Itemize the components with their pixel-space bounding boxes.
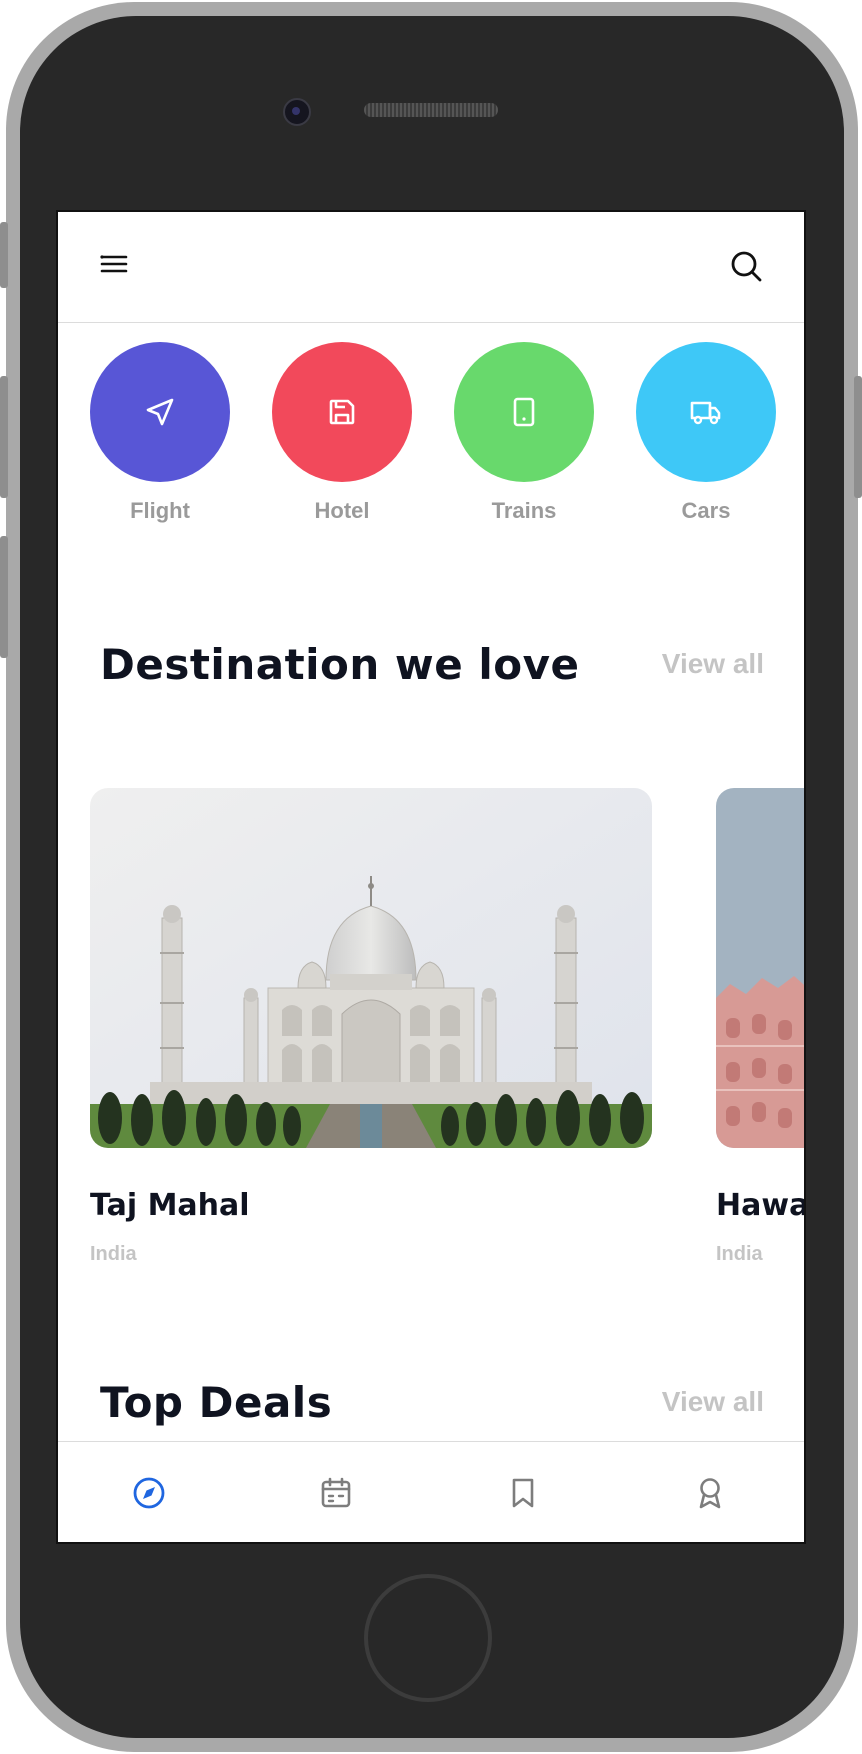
category-label: Cars bbox=[681, 498, 731, 523]
destination-country: India bbox=[716, 1243, 763, 1265]
category-label: Hotel bbox=[314, 498, 370, 523]
category-circle bbox=[636, 342, 776, 482]
taj-mahal-image bbox=[90, 788, 652, 1148]
category-circle bbox=[454, 342, 594, 482]
hamburger-menu-icon[interactable] bbox=[100, 252, 128, 276]
destinations-title: Destination we love bbox=[100, 640, 580, 689]
category-trains[interactable]: Trains bbox=[454, 342, 594, 524]
earpiece-speaker bbox=[364, 103, 498, 117]
destination-card[interactable]: Hawa India bbox=[716, 788, 806, 1266]
category-label: Trains bbox=[491, 498, 557, 523]
search-icon[interactable] bbox=[730, 250, 762, 282]
top-bar bbox=[58, 212, 804, 323]
destination-name: Taj Mahal bbox=[90, 1188, 250, 1223]
hawa-mahal-image bbox=[716, 788, 804, 1148]
category-hotel[interactable]: Hotel bbox=[272, 342, 412, 524]
destinations-view-all-link[interactable]: View all bbox=[662, 648, 764, 680]
truck-icon bbox=[690, 401, 721, 425]
app-screen: Flight Hotel Trains Cars Destination we … bbox=[56, 210, 806, 1544]
destination-card[interactable]: Taj Mahal India bbox=[90, 788, 652, 1266]
top-deals-view-all-link[interactable]: View all bbox=[662, 1386, 764, 1418]
home-button[interactable] bbox=[364, 1574, 492, 1702]
tablet-icon bbox=[513, 397, 535, 427]
category-cars[interactable]: Cars bbox=[636, 342, 776, 524]
paper-plane-icon bbox=[146, 398, 174, 426]
top-deals-title: Top Deals bbox=[100, 1378, 333, 1427]
bookmark-icon[interactable] bbox=[506, 1476, 540, 1510]
calendar-icon[interactable] bbox=[319, 1476, 353, 1510]
category-label: Flight bbox=[130, 498, 190, 523]
front-camera bbox=[283, 98, 311, 126]
award-icon[interactable] bbox=[693, 1476, 727, 1510]
mute-switch bbox=[0, 222, 8, 288]
volume-down-button bbox=[0, 536, 8, 658]
destination-name: Hawa bbox=[716, 1188, 806, 1223]
destination-country: India bbox=[90, 1243, 137, 1265]
category-circle bbox=[272, 342, 412, 482]
save-disk-icon bbox=[329, 399, 355, 425]
power-button bbox=[854, 376, 862, 498]
category-circle bbox=[90, 342, 230, 482]
compass-icon[interactable] bbox=[132, 1476, 166, 1510]
volume-up-button bbox=[0, 376, 8, 498]
category-flight[interactable]: Flight bbox=[90, 342, 230, 524]
bottom-nav-bar bbox=[58, 1441, 804, 1542]
